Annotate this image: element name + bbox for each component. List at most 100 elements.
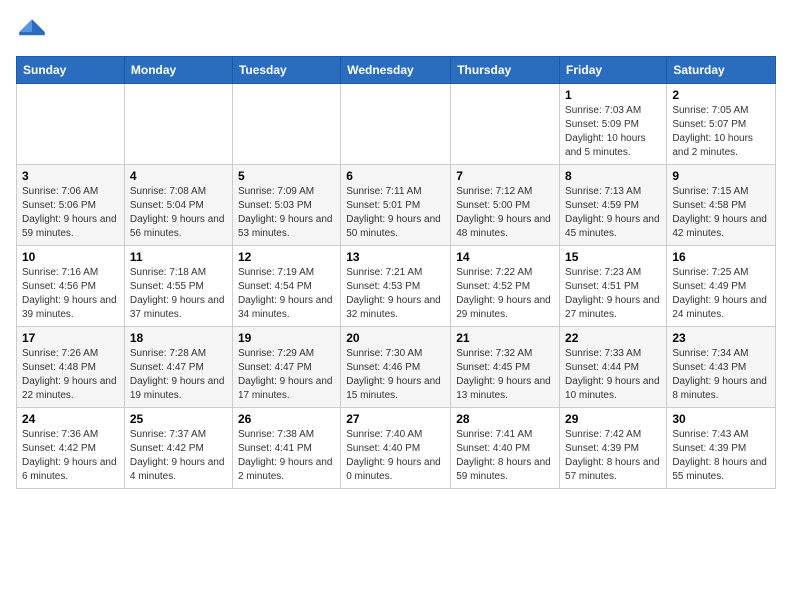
calendar-cell: 13 Sunrise: 7:21 AM Sunset: 4:53 PM Dayli…	[341, 246, 451, 327]
day-number: 18	[130, 331, 227, 345]
calendar-cell: 28 Sunrise: 7:41 AM Sunset: 4:40 PM Dayli…	[451, 408, 560, 489]
header-day-monday: Monday	[124, 57, 232, 84]
day-info: Sunrise: 7:12 AM Sunset: 5:00 PM Dayligh…	[456, 185, 554, 241]
calendar-cell: 17Sunrise: 7:26 AM Sunset: 4:48 PM Dayli…	[17, 327, 125, 408]
logo-icon	[16, 16, 48, 48]
day-info: Sunrise: 7:03 AM Sunset: 5:09 PM Dayligh…	[565, 104, 661, 160]
header-day-wednesday: Wednesday	[341, 57, 451, 84]
day-number: 8	[565, 169, 661, 183]
calendar-cell: 24 Sunrise: 7:36 AM Sunset: 4:42 PM Dayli…	[17, 408, 125, 489]
calendar-cell: 18 Sunrise: 7:28 AM Sunset: 4:47 PM Dayli…	[124, 327, 232, 408]
day-info: Sunrise: 7:30 AM Sunset: 4:46 PM Dayligh…	[346, 347, 445, 403]
calendar-cell: 16 Sunrise: 7:25 AM Sunset: 4:49 PM Dayli…	[667, 246, 776, 327]
day-number: 23	[672, 331, 770, 345]
day-info: Sunrise: 7:16 AM Sunset: 4:56 PM Dayligh…	[22, 266, 119, 322]
day-info: Sunrise: 7:25 AM Sunset: 4:49 PM Dayligh…	[672, 266, 770, 322]
day-number: 4	[130, 169, 227, 183]
day-info: Sunrise: 7:37 AM Sunset: 4:42 PM Dayligh…	[130, 428, 227, 484]
calendar-cell: 22 Sunrise: 7:33 AM Sunset: 4:44 PM Dayli…	[560, 327, 667, 408]
calendar-cell: 26Sunrise: 7:38 AM Sunset: 4:41 PM Dayli…	[232, 408, 340, 489]
calendar-cell: 7 Sunrise: 7:12 AM Sunset: 5:00 PM Daylig…	[451, 165, 560, 246]
calendar-header-row: SundayMondayTuesdayWednesdayThursdayFrid…	[17, 57, 776, 84]
day-number: 22	[565, 331, 661, 345]
day-info: Sunrise: 7:33 AM Sunset: 4:44 PM Dayligh…	[565, 347, 661, 403]
day-info: Sunrise: 7:43 AM Sunset: 4:39 PM Dayligh…	[672, 428, 770, 484]
calendar-cell: 4 Sunrise: 7:08 AM Sunset: 5:04 PM Daylig…	[124, 165, 232, 246]
day-info: Sunrise: 7:13 AM Sunset: 4:59 PM Dayligh…	[565, 185, 661, 241]
logo	[16, 16, 52, 48]
calendar-cell: 2 Sunrise: 7:05 AM Sunset: 5:07 PM Daylig…	[667, 84, 776, 165]
day-info: Sunrise: 7:22 AM Sunset: 4:52 PM Dayligh…	[456, 266, 554, 322]
calendar-week-5: 24 Sunrise: 7:36 AM Sunset: 4:42 PM Dayli…	[17, 408, 776, 489]
calendar-cell: 9 Sunrise: 7:15 AM Sunset: 4:58 PM Daylig…	[667, 165, 776, 246]
day-info: Sunrise: 7:06 AM Sunset: 5:06 PM Dayligh…	[22, 185, 119, 241]
header-day-tuesday: Tuesday	[232, 57, 340, 84]
calendar-cell: 25 Sunrise: 7:37 AM Sunset: 4:42 PM Dayli…	[124, 408, 232, 489]
day-info: Sunrise: 7:41 AM Sunset: 4:40 PM Dayligh…	[456, 428, 554, 484]
calendar-cell: 29 Sunrise: 7:42 AM Sunset: 4:39 PM Dayli…	[560, 408, 667, 489]
day-number: 9	[672, 169, 770, 183]
calendar-cell: 12Sunrise: 7:19 AM Sunset: 4:54 PM Dayli…	[232, 246, 340, 327]
calendar-cell: 30 Sunrise: 7:43 AM Sunset: 4:39 PM Dayli…	[667, 408, 776, 489]
day-number: 24	[22, 412, 119, 426]
day-number: 10	[22, 250, 119, 264]
calendar-cell: 27 Sunrise: 7:40 AM Sunset: 4:40 PM Dayli…	[341, 408, 451, 489]
day-number: 2	[672, 88, 770, 102]
calendar-cell: 10 Sunrise: 7:16 AM Sunset: 4:56 PM Dayli…	[17, 246, 125, 327]
header-day-thursday: Thursday	[451, 57, 560, 84]
day-info: Sunrise: 7:21 AM Sunset: 4:53 PM Dayligh…	[346, 266, 445, 322]
day-number: 21	[456, 331, 554, 345]
day-info: Sunrise: 7:19 AM Sunset: 4:54 PM Dayligh…	[238, 266, 335, 322]
day-info: Sunrise: 7:18 AM Sunset: 4:55 PM Dayligh…	[130, 266, 227, 322]
calendar-cell: 23 Sunrise: 7:34 AM Sunset: 4:43 PM Dayli…	[667, 327, 776, 408]
page-header	[16, 16, 776, 48]
day-number: 16	[672, 250, 770, 264]
calendar-cell	[341, 84, 451, 165]
day-number: 7	[456, 169, 554, 183]
day-info: Sunrise: 7:23 AM Sunset: 4:51 PM Dayligh…	[565, 266, 661, 322]
day-info: Sunrise: 7:11 AM Sunset: 5:01 PM Dayligh…	[346, 185, 445, 241]
day-info: Sunrise: 7:40 AM Sunset: 4:40 PM Dayligh…	[346, 428, 445, 484]
day-number: 19	[238, 331, 335, 345]
calendar-cell	[124, 84, 232, 165]
day-info: Sunrise: 7:36 AM Sunset: 4:42 PM Dayligh…	[22, 428, 119, 484]
calendar-cell: 21 Sunrise: 7:32 AM Sunset: 4:45 PM Dayli…	[451, 327, 560, 408]
day-number: 11	[130, 250, 227, 264]
day-info: Sunrise: 7:28 AM Sunset: 4:47 PM Dayligh…	[130, 347, 227, 403]
day-number: 5	[238, 169, 335, 183]
day-info: Sunrise: 7:42 AM Sunset: 4:39 PM Dayligh…	[565, 428, 661, 484]
calendar-cell: 11 Sunrise: 7:18 AM Sunset: 4:55 PM Dayli…	[124, 246, 232, 327]
day-info: Sunrise: 7:32 AM Sunset: 4:45 PM Dayligh…	[456, 347, 554, 403]
day-number: 14	[456, 250, 554, 264]
day-number: 13	[346, 250, 445, 264]
calendar-cell	[17, 84, 125, 165]
day-info: Sunrise: 7:34 AM Sunset: 4:43 PM Dayligh…	[672, 347, 770, 403]
day-number: 30	[672, 412, 770, 426]
day-number: 27	[346, 412, 445, 426]
day-number: 25	[130, 412, 227, 426]
calendar-cell: 3Sunrise: 7:06 AM Sunset: 5:06 PM Daylig…	[17, 165, 125, 246]
calendar-cell: 8 Sunrise: 7:13 AM Sunset: 4:59 PM Daylig…	[560, 165, 667, 246]
calendar-cell: 14 Sunrise: 7:22 AM Sunset: 4:52 PM Dayli…	[451, 246, 560, 327]
calendar-cell: 1 Sunrise: 7:03 AM Sunset: 5:09 PM Daylig…	[560, 84, 667, 165]
header-day-sunday: Sunday	[17, 57, 125, 84]
calendar-cell: 6Sunrise: 7:11 AM Sunset: 5:01 PM Daylig…	[341, 165, 451, 246]
calendar-week-1: 1 Sunrise: 7:03 AM Sunset: 5:09 PM Daylig…	[17, 84, 776, 165]
calendar-week-2: 3Sunrise: 7:06 AM Sunset: 5:06 PM Daylig…	[17, 165, 776, 246]
day-info: Sunrise: 7:15 AM Sunset: 4:58 PM Dayligh…	[672, 185, 770, 241]
calendar-cell: 5Sunrise: 7:09 AM Sunset: 5:03 PM Daylig…	[232, 165, 340, 246]
calendar-week-4: 17Sunrise: 7:26 AM Sunset: 4:48 PM Dayli…	[17, 327, 776, 408]
calendar-cell: 19Sunrise: 7:29 AM Sunset: 4:47 PM Dayli…	[232, 327, 340, 408]
day-number: 28	[456, 412, 554, 426]
header-day-friday: Friday	[560, 57, 667, 84]
calendar-cell: 20Sunrise: 7:30 AM Sunset: 4:46 PM Dayli…	[341, 327, 451, 408]
header-day-saturday: Saturday	[667, 57, 776, 84]
day-number: 1	[565, 88, 661, 102]
day-number: 29	[565, 412, 661, 426]
calendar-week-3: 10 Sunrise: 7:16 AM Sunset: 4:56 PM Dayli…	[17, 246, 776, 327]
day-number: 15	[565, 250, 661, 264]
day-info: Sunrise: 7:38 AM Sunset: 4:41 PM Dayligh…	[238, 428, 335, 484]
day-info: Sunrise: 7:05 AM Sunset: 5:07 PM Dayligh…	[672, 104, 770, 160]
calendar-cell: 15 Sunrise: 7:23 AM Sunset: 4:51 PM Dayli…	[560, 246, 667, 327]
day-info: Sunrise: 7:08 AM Sunset: 5:04 PM Dayligh…	[130, 185, 227, 241]
